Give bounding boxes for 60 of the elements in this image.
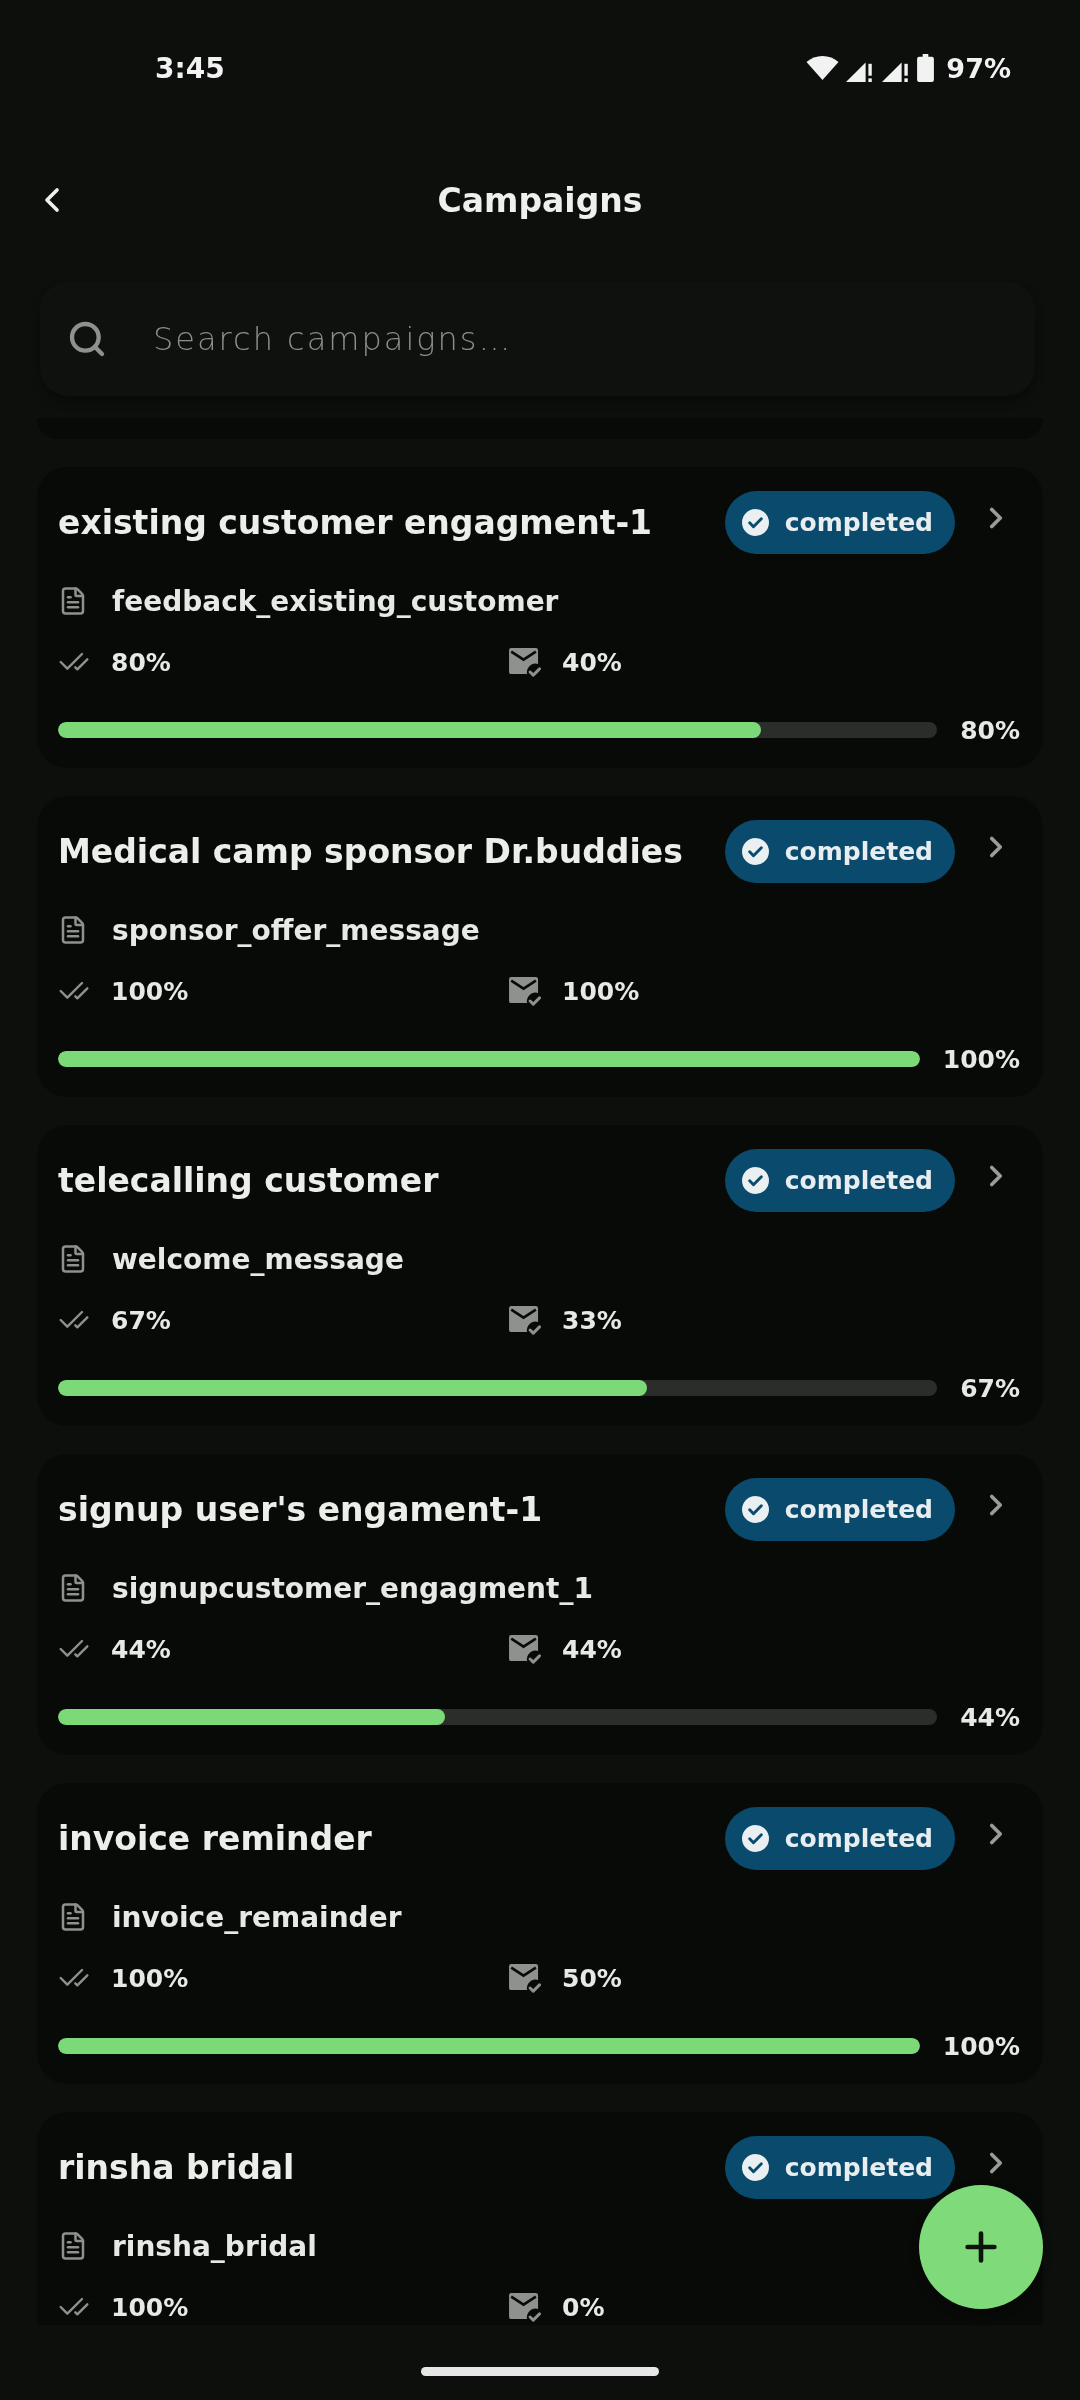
- status-label: completed: [784, 508, 933, 537]
- status-label: completed: [784, 1824, 933, 1853]
- check-circle-icon: [741, 509, 769, 536]
- search-icon: [67, 319, 107, 359]
- campaign-title: signup user's engament-1: [58, 1490, 544, 1529]
- template-name: welcome_message: [112, 1242, 404, 1276]
- campaign-card[interactable]: telecalling customer completed welcome_message 67% 33% 67%: [37, 1125, 1043, 1426]
- battery-icon: [917, 54, 935, 82]
- campaign-title: rinsha bridal: [58, 2148, 296, 2187]
- stat-value: 33%: [562, 1305, 622, 1335]
- status-label: completed: [784, 1495, 933, 1524]
- campaign-card[interactable]: signup user's engament-1 completed signupcustomer_engagment_1 44% 44% 44%: [37, 1454, 1043, 1755]
- battery-percentage: 97%: [946, 52, 1011, 84]
- check-circle-icon: [741, 1496, 769, 1523]
- stat-value: 44%: [562, 1634, 622, 1664]
- progress-percent: 44%: [960, 1702, 1020, 1732]
- status-label: completed: [784, 837, 933, 866]
- stat-value: 100%: [111, 976, 189, 1006]
- mail-check-icon: [509, 647, 541, 677]
- campaign-card[interactable]: invoice reminder completed invoice_remainder 100% 50% 100%: [37, 1783, 1043, 2084]
- check-circle-icon: [741, 2154, 769, 2181]
- stat-value: 44%: [111, 1634, 171, 1664]
- screen-title: Campaigns: [437, 180, 643, 220]
- search-field[interactable]: Search campaigns…: [153, 320, 1005, 358]
- template-name: signupcustomer_engagment_1: [112, 1571, 593, 1605]
- stat-value: 80%: [111, 647, 171, 677]
- mail-check-icon: [509, 1305, 541, 1335]
- template-name: feedback_existing_customer: [112, 584, 559, 618]
- check-circle-icon: [741, 838, 769, 865]
- mail-check-icon: [509, 1634, 541, 1664]
- check-circle-icon: [741, 1167, 769, 1194]
- stat-value: 67%: [111, 1305, 171, 1335]
- campaign-title: existing customer engagment-1: [58, 503, 654, 542]
- campaign-card[interactable]: existing customer engagment-1 completed feedback_existing_customer 80% 40% 80%: [37, 467, 1043, 768]
- mail-check-icon: [509, 2292, 541, 2322]
- progress-percent: 80%: [960, 715, 1020, 745]
- stat-value: 100%: [111, 2292, 189, 2322]
- template-name: rinsha_bridal: [112, 2229, 317, 2263]
- stat-value: 50%: [562, 1963, 622, 1993]
- stat-value: 100%: [111, 1963, 189, 1993]
- progress-percent: 100%: [942, 2031, 1020, 2061]
- status-time: 3:45: [155, 51, 225, 85]
- check-circle-icon: [741, 1825, 769, 1852]
- mail-check-icon: [509, 976, 541, 1006]
- mail-check-icon: [509, 1963, 541, 1993]
- stat-value: 0%: [562, 2292, 605, 2322]
- template-name: sponsor_offer_message: [112, 913, 480, 947]
- campaign-card[interactable]: Medical camp sponsor Dr.buddies completed sponsor_offer_message 100% 100% 100%: [37, 796, 1043, 1097]
- campaign-card[interactable]: rinsha bridal completed rinsha_bridal 100% 0%: [37, 2112, 1043, 2325]
- status-label: completed: [784, 2153, 933, 2182]
- stat-value: 100%: [562, 976, 640, 1006]
- progress-percent: 67%: [960, 1373, 1020, 1403]
- stat-value: 40%: [562, 647, 622, 677]
- progress-percent: 100%: [942, 1044, 1020, 1074]
- campaign-title: telecalling customer: [58, 1161, 440, 1200]
- wifi-icon: [806, 56, 840, 80]
- campaign-title: invoice reminder: [58, 1819, 373, 1858]
- template-name: invoice_remainder: [112, 1900, 402, 1934]
- campaign-title: Medical camp sponsor Dr.buddies: [58, 832, 684, 871]
- status-label: completed: [784, 1166, 933, 1195]
